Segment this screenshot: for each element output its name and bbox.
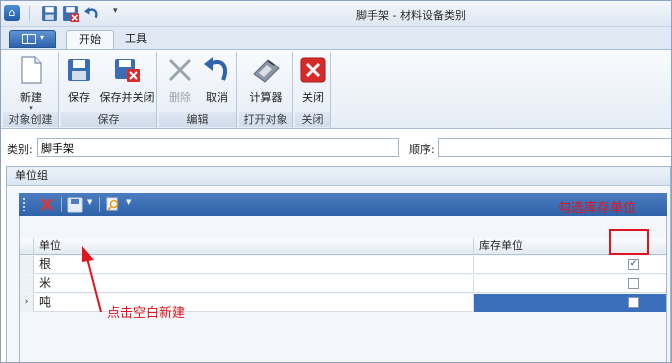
order-input[interactable] <box>438 138 671 157</box>
stock-unit-checkbox[interactable] <box>628 297 639 308</box>
table-row[interactable]: 根 ✓ <box>20 256 666 274</box>
floppy-icon <box>67 197 83 213</box>
tab-start[interactable]: 开始 <box>66 30 114 49</box>
toolbar-grip[interactable] <box>23 198 25 211</box>
close-button-label: 关闭 <box>302 91 324 104</box>
table-row[interactable]: 米 <box>20 275 666 293</box>
undo-icon <box>204 57 228 81</box>
ribbon-group-close: 关闭 关闭 <box>295 52 331 128</box>
stock-unit-cell[interactable] <box>474 275 666 293</box>
toolbar-separator <box>99 197 100 212</box>
title-bar: ⌂ ▾ 脚手架 - 材料设备类别 <box>1 1 671 27</box>
find-dropdown-caret[interactable]: ▼ <box>126 198 131 206</box>
tab-tools[interactable]: 工具 <box>113 30 159 49</box>
new-row-hint: 点击空白新建 <box>107 306 186 321</box>
stock-unit-checkbox[interactable]: ✓ <box>628 259 639 270</box>
order-label: 顺序: <box>409 143 435 156</box>
stock-unit-checkbox[interactable] <box>628 278 639 289</box>
grid-header: 单位 库存单位 <box>20 238 666 255</box>
close-red-icon <box>300 57 326 83</box>
save-button-label: 保存 <box>68 91 90 104</box>
save-close-icon <box>115 59 140 82</box>
ribbon-group-edit: 删除 取消 编辑 <box>159 52 237 128</box>
stock-unit-hint: 勾选库存单位 <box>558 201 637 216</box>
category-input[interactable] <box>37 138 399 157</box>
stock-unit-cell[interactable] <box>474 294 666 312</box>
ribbon-group-object-create: 新建 ▾ 对象创建 <box>3 52 59 128</box>
calculator-icon <box>253 59 280 83</box>
delete-button[interactable]: 删除 <box>163 54 197 105</box>
grid-save-button[interactable] <box>67 196 83 213</box>
group-label-save: 保存 <box>61 112 156 127</box>
window-title: 脚手架 - 材料设备类别 <box>356 9 466 22</box>
delete-x-icon <box>168 58 192 82</box>
new-button-label: 新建 <box>20 91 42 104</box>
app-window: ⌂ ▾ 脚手架 - 材料设备类别 ▾ 开始 工具 新建 ▾ 对象创建 保存 保存… <box>0 0 672 363</box>
save-icon <box>68 59 90 81</box>
ribbon-group-open-object: 计算器 打开对象 <box>239 52 293 128</box>
close-button[interactable]: 关闭 <box>297 54 329 105</box>
save-dropdown-caret[interactable]: ▼ <box>87 198 92 206</box>
group-label-open-object: 打开对象 <box>239 112 292 127</box>
delete-button-label: 删除 <box>169 91 191 104</box>
calculator-button[interactable]: 计算器 <box>246 54 286 105</box>
row-indicator[interactable]: › <box>20 294 34 312</box>
new-doc-icon <box>21 56 42 84</box>
group-label-edit: 编辑 <box>159 112 236 127</box>
stock-unit-highlight-box <box>609 229 649 255</box>
save-and-close-label: 保存并关闭 <box>99 91 155 104</box>
new-button[interactable]: 新建 ▾ <box>10 54 52 112</box>
row-indicator[interactable] <box>20 256 34 274</box>
chevron-down-icon: ▾ <box>40 33 45 42</box>
magnifier-icon <box>106 197 119 211</box>
grid-delete-button[interactable] <box>39 196 55 213</box>
stock-unit-cell[interactable]: ✓ <box>474 256 666 274</box>
ribbon-tab-row: ▾ 开始 工具 <box>1 27 671 49</box>
category-label: 类别: <box>7 143 33 156</box>
menu-doc-icon <box>22 34 36 44</box>
header-indicator-cell <box>20 238 34 255</box>
group-label-close: 关闭 <box>295 112 330 127</box>
save-button[interactable]: 保存 <box>63 54 95 105</box>
new-dropdown-caret: ▾ <box>29 104 33 112</box>
ribbon: 新建 ▾ 对象创建 保存 保存并关闭 保存 删除 取消 编辑 计算器 打开对象 … <box>1 49 671 129</box>
cancel-button[interactable]: 取消 <box>200 54 234 105</box>
grid-find-button[interactable] <box>105 196 121 213</box>
calculator-button-label: 计算器 <box>249 91 283 104</box>
cancel-button-label: 取消 <box>206 91 228 104</box>
toolbar-separator <box>61 197 62 212</box>
unit-grid: 单位 库存单位 根 ✓ 米 › 吨 <box>19 216 667 362</box>
application-menu-button[interactable]: ▾ <box>9 30 56 48</box>
ribbon-group-save: 保存 保存并关闭 保存 <box>61 52 157 128</box>
unit-group-title: 单位组 <box>7 167 670 186</box>
red-x-icon <box>41 198 53 211</box>
group-label-object-create: 对象创建 <box>3 112 58 127</box>
row-indicator[interactable] <box>20 275 34 293</box>
save-and-close-button[interactable]: 保存并关闭 <box>98 54 156 105</box>
